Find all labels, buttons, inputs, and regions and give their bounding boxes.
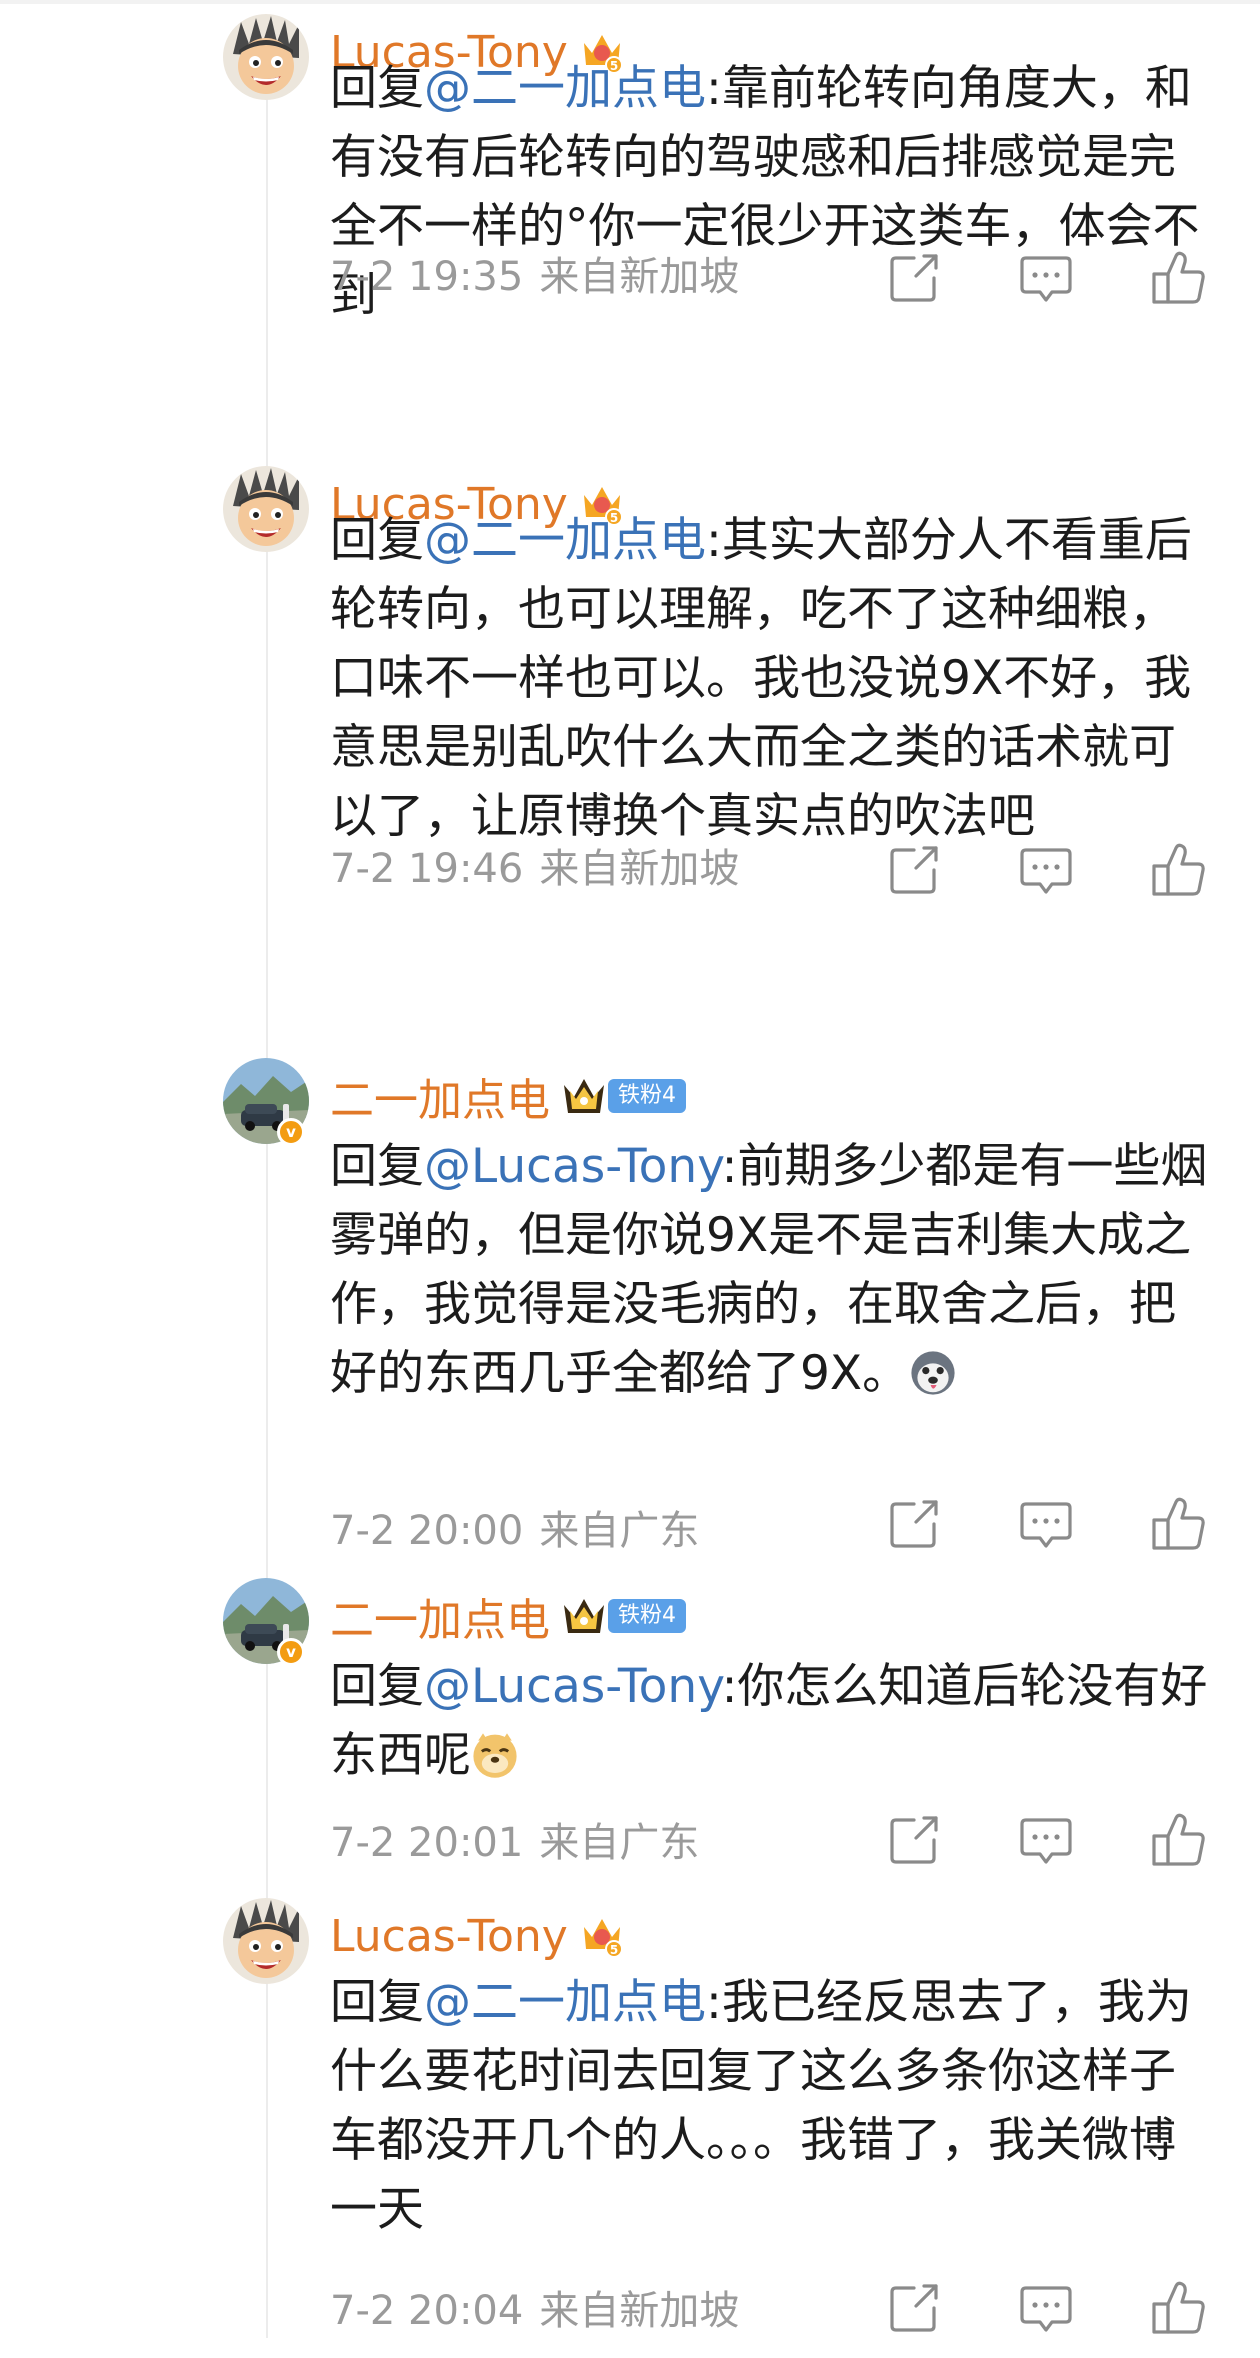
comment-text: 回复@Lucas-Tony:前期多少都是有一些烟雾弹的，但是你说9X是不是吉利集… [330, 1132, 1210, 1408]
post-source: 来自广东 [539, 1508, 700, 1554]
reply-prefix: 回复 [330, 1659, 424, 1714]
avatar[interactable] [223, 466, 309, 552]
crown-icon [562, 1595, 606, 1637]
reply-prefix: 回复 [330, 513, 424, 568]
mention-link[interactable]: @Lucas-Tony [424, 1139, 722, 1194]
comment-text: 回复@二一加点电:其实大部分人不看重后轮转向，也可以理解，吃不了这种细粮，口味不… [330, 506, 1210, 851]
fan-badge: 铁粉4 [608, 1599, 686, 1633]
comment-text: 回复@二一加点电:我已经反思去了，我为什么要花时间去回复了这么多条你这样子车都没… [330, 1968, 1210, 2244]
comment-header: 二一加点电 铁粉4 [330, 1066, 686, 1126]
crown-icon [580, 1913, 624, 1959]
avatar[interactable] [223, 14, 309, 100]
post-source: 来自广东 [539, 1820, 700, 1866]
share-icon[interactable] [884, 1810, 944, 1870]
like-icon[interactable] [1148, 2278, 1208, 2338]
comment-icon[interactable] [1016, 1810, 1076, 1870]
like-icon[interactable] [1148, 840, 1208, 900]
share-icon[interactable] [884, 248, 944, 308]
timestamp: 7-2 20:04 [330, 2288, 524, 2334]
comment-icon[interactable] [1016, 248, 1076, 308]
timestamp: 7-2 19:35 [330, 254, 524, 300]
comment-header: 二一加点电 铁粉4 [330, 1586, 686, 1646]
comment-text: 回复@Lucas-Tony:你怎么知道后轮没有好东西呢 [330, 1652, 1210, 1790]
like-icon[interactable] [1148, 1810, 1208, 1870]
husky-emoji [909, 1349, 957, 1397]
thread-line [266, 20, 268, 2338]
timestamp: 7-2 20:01 [330, 1820, 524, 1866]
comment-meta: 7-2 19:35 来自新加坡 [330, 252, 739, 302]
post-source: 来自新加坡 [539, 846, 740, 892]
mention-link[interactable]: @二一加点电 [424, 61, 706, 116]
reply-prefix: 回复 [330, 61, 424, 116]
timestamp: 7-2 19:46 [330, 846, 524, 892]
top-divider [0, 0, 1260, 4]
username[interactable]: 二一加点电 [330, 1064, 550, 1128]
comment-header: Lucas-Tony [330, 1906, 624, 1966]
post-source: 来自新加坡 [539, 254, 740, 300]
comment-meta: 7-2 20:01 来自广东 [330, 1818, 699, 1868]
username[interactable]: Lucas-Tony [330, 1911, 568, 1962]
reply-prefix: 回复 [330, 1139, 424, 1194]
like-icon[interactable] [1148, 1494, 1208, 1554]
comment-icon[interactable] [1016, 840, 1076, 900]
post-source: 来自新加坡 [539, 2288, 740, 2334]
like-icon[interactable] [1148, 248, 1208, 308]
comment-icon[interactable] [1016, 1494, 1076, 1554]
username[interactable]: 二一加点电 [330, 1584, 550, 1648]
mention-link[interactable]: @二一加点电 [424, 1975, 706, 2030]
crown-icon [562, 1075, 606, 1117]
share-icon[interactable] [884, 840, 944, 900]
share-icon[interactable] [884, 1494, 944, 1554]
doge-emoji [471, 1731, 519, 1779]
comment-meta: 7-2 20:00 来自广东 [330, 1506, 699, 1556]
timestamp: 7-2 20:00 [330, 1508, 524, 1554]
mention-link[interactable]: @Lucas-Tony [424, 1659, 722, 1714]
verified-badge-icon: v [277, 1638, 305, 1666]
fan-badge: 铁粉4 [608, 1079, 686, 1113]
share-icon[interactable] [884, 2278, 944, 2338]
comment-meta: 7-2 20:04 来自新加坡 [330, 2286, 739, 2336]
comment-icon[interactable] [1016, 2278, 1076, 2338]
mention-link[interactable]: @二一加点电 [424, 513, 706, 568]
reply-prefix: 回复 [330, 1975, 424, 2030]
avatar[interactable] [223, 1898, 309, 1984]
comment-meta: 7-2 19:46 来自新加坡 [330, 844, 739, 894]
verified-badge-icon: v [277, 1118, 305, 1146]
